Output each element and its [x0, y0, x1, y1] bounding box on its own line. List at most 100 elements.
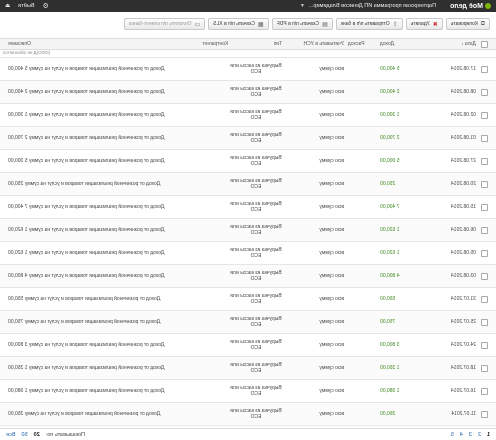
row-checkbox[interactable]	[480, 334, 490, 356]
download-pdf-button[interactable]: ▤ Скачать п/п в PDF	[271, 18, 333, 30]
table-row[interactable]: 24.07.2014 3 800,00 всю сумму Выручка из…	[0, 334, 496, 357]
row-type: Выручка из кассы или ЕСО	[230, 247, 282, 259]
row-date[interactable]: 01.08.2014	[436, 127, 476, 149]
row-date[interactable]: 20.08.2014	[436, 173, 476, 195]
row-checkbox[interactable]	[480, 242, 490, 264]
delete-button[interactable]: ✖ Удалить	[405, 18, 443, 30]
row-date[interactable]: 11.07.2014	[436, 403, 476, 425]
partner-program-title[interactable]: Партнерская программа ИП Денисов Владими…	[309, 3, 436, 9]
row-checkbox[interactable]	[480, 173, 490, 195]
chevron-down-icon[interactable]: ▼	[300, 3, 305, 9]
checkbox-box[interactable]	[481, 111, 489, 119]
row-checkbox[interactable]	[480, 380, 490, 402]
checkbox-box[interactable]	[481, 226, 489, 234]
row-date[interactable]: 17.08.2014	[436, 58, 476, 80]
page-size-option[interactable]: Все	[6, 432, 15, 438]
page-link[interactable]: 1	[487, 432, 490, 438]
checkbox-box[interactable]	[481, 203, 489, 211]
page-size-option[interactable]: 50	[21, 432, 27, 438]
checkbox-box[interactable]	[481, 364, 489, 372]
page-link[interactable]: 2	[478, 432, 481, 438]
row-checkbox[interactable]	[480, 265, 490, 287]
checkbox-box[interactable]	[481, 318, 489, 326]
select-all-checkbox[interactable]	[480, 39, 490, 49]
row-checkbox[interactable]	[480, 104, 490, 126]
checkbox-box[interactable]	[481, 387, 489, 395]
row-type: Выручка из кассы или ЕСО	[230, 316, 282, 328]
checkbox-box[interactable]	[481, 249, 489, 257]
row-date[interactable]: 03.08.2014	[436, 265, 476, 287]
app-logo[interactable]: Моё дело	[450, 3, 491, 10]
table-row[interactable]: 20.08.2014 250,00 всю сумму Выручка из к…	[0, 173, 496, 196]
row-checkbox[interactable]	[480, 81, 490, 103]
row-date[interactable]: 24.07.2014	[436, 334, 476, 356]
page-link[interactable]: 5	[451, 432, 454, 438]
checkbox-box[interactable]	[481, 180, 489, 188]
row-checkbox[interactable]	[480, 127, 490, 149]
row-date[interactable]: 16.07.2014	[436, 380, 476, 402]
send-to-bank-button[interactable]: ⇪ Отправить п/п в банк	[335, 18, 403, 30]
checkbox-box[interactable]	[481, 40, 489, 48]
checkbox-box[interactable]	[481, 157, 489, 165]
table-row[interactable]: 17.08.2014 5 400,00 всю сумму Выручка из…	[0, 58, 496, 81]
table-row[interactable]: 15.08.2014 7 400,00 всю сумму Выручка из…	[0, 196, 496, 219]
row-date[interactable]: 05.08.2014	[436, 242, 476, 264]
pagination-bar: 12345 Показывать по: 20 50 Все	[0, 428, 496, 440]
client-bank-pay-button[interactable]: ▭ Оплатить п/п клиент-банка	[123, 18, 206, 30]
row-checkbox[interactable]	[480, 58, 490, 80]
row-checkbox[interactable]	[480, 357, 490, 379]
gear-icon[interactable]: ⚙	[43, 2, 49, 10]
row-contractor	[168, 288, 228, 310]
header-expense[interactable]: Расход	[348, 39, 378, 49]
row-date[interactable]: 27.08.2014	[436, 150, 476, 172]
table-row[interactable]: 16.07.2014 1 980,00 всю сумму Выручка из…	[0, 380, 496, 403]
table-row[interactable]: 06.08.2014 1 620,00 всю сумму Выручка из…	[0, 219, 496, 242]
table-row[interactable]: 05.08.2014 1 620,00 всю сумму Выручка из…	[0, 242, 496, 265]
header-contractor[interactable]: Контрагент	[168, 39, 228, 49]
table-row[interactable]: 11.07.2014 350,00 всю сумму Выручка из к…	[0, 403, 496, 426]
row-description: Доход от розничной реализации товаров и …	[8, 250, 165, 256]
row-date[interactable]: 02.08.2014	[436, 104, 476, 126]
exit-icon[interactable]: ⏏	[5, 3, 10, 9]
checkbox-box[interactable]	[481, 295, 489, 303]
checkbox-box[interactable]	[481, 341, 489, 349]
row-date[interactable]: 31.07.2014	[436, 288, 476, 310]
row-checkbox[interactable]	[480, 219, 490, 241]
table-row[interactable]: 01.08.2014 2 700,00 всю сумму Выручка из…	[0, 127, 496, 150]
copy-button[interactable]: ⧉ Копировать	[445, 18, 490, 30]
row-date[interactable]: 15.08.2014	[436, 196, 476, 218]
row-date[interactable]: 18.07.2014	[436, 357, 476, 379]
table-row[interactable]: 18.07.2014 1 350,00 всю сумму Выручка из…	[0, 357, 496, 380]
header-income[interactable]: Доход	[380, 39, 432, 49]
row-date[interactable]: 08.08.2014	[436, 81, 476, 103]
header-description[interactable]: Описание	[8, 39, 166, 49]
table-row[interactable]: 27.08.2014 5 000,00 всю сумму Выручка из…	[0, 150, 496, 173]
table-row[interactable]: 03.08.2014 4 800,00 всю сумму Выручка из…	[0, 265, 496, 288]
checkbox-box[interactable]	[481, 65, 489, 73]
exit-link[interactable]: Выйти	[18, 3, 34, 9]
download-xls-button[interactable]: ▦ Скачать п/п в XLS	[208, 18, 269, 30]
row-expense	[348, 334, 378, 356]
checkbox-box[interactable]	[481, 410, 489, 418]
row-checkbox[interactable]	[480, 403, 490, 425]
header-date[interactable]: Дата ↓	[436, 39, 476, 49]
checkbox-box[interactable]	[481, 134, 489, 142]
header-type[interactable]: Тип	[230, 39, 282, 49]
checkbox-box[interactable]	[481, 272, 489, 280]
row-checkbox[interactable]	[480, 311, 490, 333]
row-checkbox[interactable]	[480, 196, 490, 218]
table-row[interactable]: 25.07.2014 750,00 всю сумму Выручка из к…	[0, 311, 496, 334]
row-date[interactable]: 25.07.2014	[436, 311, 476, 333]
checkbox-box[interactable]	[481, 88, 489, 96]
page-size-option[interactable]: 20	[34, 432, 40, 438]
row-income: 5 000,00	[380, 158, 400, 164]
header-usn[interactable]: Учитывать в УСН	[284, 39, 344, 49]
table-row[interactable]: 08.08.2014 2 400,00 всю сумму Выручка из…	[0, 81, 496, 104]
page-link[interactable]: 3	[469, 432, 472, 438]
table-row[interactable]: 31.07.2014 550,00 всю сумму Выручка из к…	[0, 288, 496, 311]
row-checkbox[interactable]	[480, 150, 490, 172]
row-checkbox[interactable]	[480, 288, 490, 310]
page-link[interactable]: 4	[460, 432, 463, 438]
row-date[interactable]: 06.08.2014	[436, 219, 476, 241]
table-row[interactable]: 02.08.2014 1 300,00 всю сумму Выручка из…	[0, 104, 496, 127]
